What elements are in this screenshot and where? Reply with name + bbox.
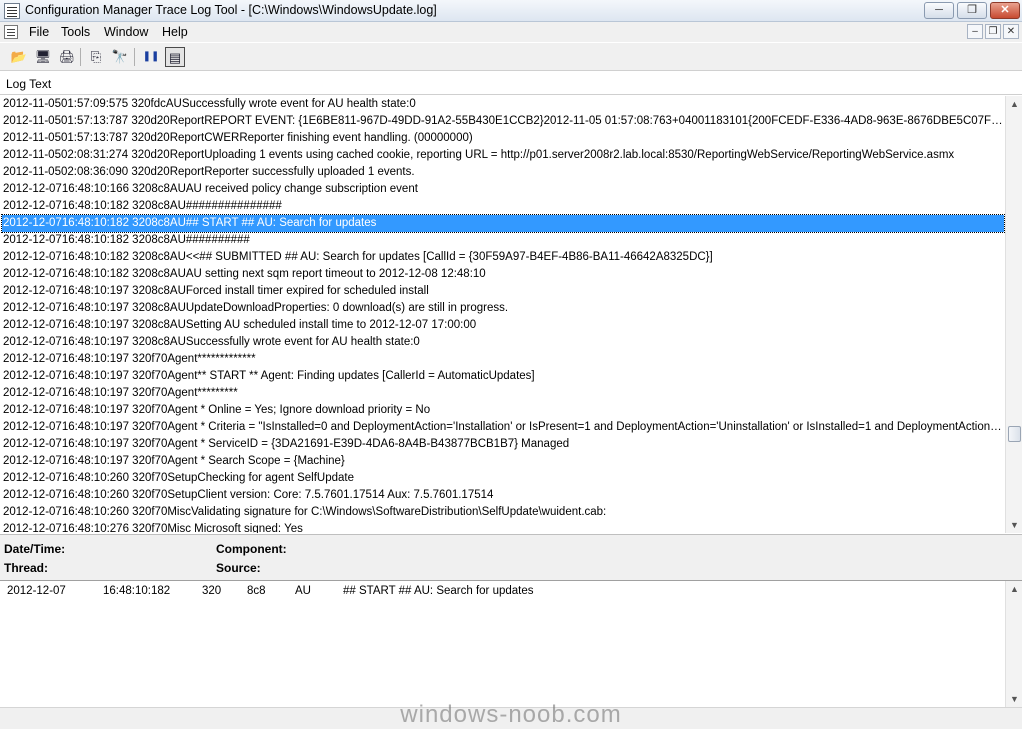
close-button[interactable]: ✕: [990, 2, 1020, 19]
toolbar: 📂 🖥 🖨 ⎘ 🔭 ❚❚ ▤: [0, 43, 1022, 71]
scroll-thumb[interactable]: [1008, 426, 1021, 442]
menu-bar: File Tools Window Help: [0, 22, 1022, 42]
find-icon[interactable]: 🔭: [110, 47, 130, 67]
menu-window[interactable]: Window: [104, 25, 148, 39]
log-row[interactable]: 2012-12-0716:48:10:197 320f70Agent******…: [2, 385, 1004, 402]
mdi-close-button[interactable]: ✕: [1003, 24, 1019, 39]
details-pane-toggle-icon[interactable]: ▤: [165, 47, 185, 67]
mdi-restore-button[interactable]: ❐: [985, 24, 1001, 39]
copy-icon[interactable]: ⎘: [86, 47, 106, 67]
log-row[interactable]: 2012-12-0716:48:10:197 320f70Agent******…: [2, 351, 1004, 368]
message-text: ## START ## AU: Search for updates: [343, 585, 534, 597]
source-label: Source:: [216, 561, 261, 575]
log-row[interactable]: 2012-12-0716:48:10:182 3208c8AUAU settin…: [2, 266, 1004, 283]
menu-file[interactable]: File: [29, 25, 49, 39]
menu-help[interactable]: Help: [162, 25, 188, 39]
log-row[interactable]: 2012-12-0716:48:10:182 3208c8AU#########…: [2, 198, 1004, 215]
log-row[interactable]: 2012-12-0716:48:10:197 320f70Agent * Cri…: [2, 419, 1004, 436]
message-time: 16:48:10:182: [103, 585, 171, 597]
scroll-down-icon[interactable]: ▼: [1006, 517, 1022, 533]
message-component: AU: [295, 585, 311, 597]
log-row[interactable]: 2012-12-0716:48:10:197 3208c8AUUpdateDow…: [2, 300, 1004, 317]
log-row[interactable]: 2012-12-0716:48:10:197 320f70Agent * Onl…: [2, 402, 1004, 419]
print-icon[interactable]: 🖨: [57, 47, 77, 67]
details-panel: Date/Time: Component: Thread: Source:: [0, 534, 1022, 580]
print-preview-icon[interactable]: 🖥: [33, 47, 53, 67]
component-label: Component:: [216, 542, 287, 556]
log-row[interactable]: 2012-12-0716:48:10:197 320f70Agent** STA…: [2, 368, 1004, 385]
datetime-label: Date/Time:: [4, 542, 66, 556]
minimize-button[interactable]: ─: [924, 2, 954, 19]
log-row[interactable]: 2012-12-0716:48:10:260 320f70SetupClient…: [2, 487, 1004, 504]
pause-icon[interactable]: ❚❚: [141, 47, 161, 67]
log-row[interactable]: 2012-12-0716:48:10:182 3208c8AU#########…: [2, 232, 1004, 249]
watermark: windows-noob.com: [400, 701, 622, 728]
log-text-header: Log Text: [6, 77, 52, 91]
message-panel[interactable]: 2012-12-07 16:48:10:182 320 8c8 AU ## ST…: [0, 580, 1022, 707]
message-pid: 320: [202, 585, 222, 597]
message-date: 2012-12-07: [7, 585, 66, 597]
log-row[interactable]: 2012-12-0716:48:10:260 320f70SetupChecki…: [2, 470, 1004, 487]
log-row[interactable]: 2012-12-0716:48:10:276 320f70Misc Micros…: [2, 521, 1004, 533]
title-bar: Configuration Manager Trace Log Tool - […: [0, 0, 1022, 22]
log-row[interactable]: 2012-11-0502:08:31:274 320d20ReportUploa…: [2, 147, 1004, 164]
toolbar-separator: [80, 48, 81, 66]
log-row[interactable]: 2012-11-0501:57:09:575 320fdcAUSuccessfu…: [2, 96, 1004, 113]
log-row[interactable]: 2012-11-0501:57:13:787 320d20ReportCWERR…: [2, 130, 1004, 147]
log-row[interactable]: 2012-12-0716:48:10:197 3208c8AUForced in…: [2, 283, 1004, 300]
log-row[interactable]: 2012-11-0502:08:36:090 320d20ReportRepor…: [2, 164, 1004, 181]
toolbar-separator: [134, 48, 135, 66]
log-row[interactable]: 2012-12-0716:48:10:197 320f70Agent * Ser…: [2, 436, 1004, 453]
message-scrollbar[interactable]: ▲ ▼: [1005, 581, 1022, 707]
window-title: Configuration Manager Trace Log Tool - […: [25, 3, 437, 17]
mdi-minimize-button[interactable]: –: [967, 24, 983, 39]
document-icon: [4, 25, 18, 39]
log-row[interactable]: 2012-12-0716:48:10:182 3208c8AU<<## SUBM…: [2, 249, 1004, 266]
thread-label: Thread:: [4, 561, 49, 575]
log-row-selected[interactable]: 2012-12-0716:48:10:182 3208c8AU## START …: [1, 214, 1005, 233]
log-row[interactable]: 2012-12-0716:48:10:197 3208c8AUSetting A…: [2, 317, 1004, 334]
log-row[interactable]: 2012-12-0716:48:10:197 3208c8AUSuccessfu…: [2, 334, 1004, 351]
app-icon: [4, 3, 20, 19]
log-row[interactable]: 2012-11-0501:57:13:787 320d20ReportREPOR…: [2, 113, 1004, 130]
menu-tools[interactable]: Tools: [61, 25, 90, 39]
scroll-up-icon[interactable]: ▲: [1006, 96, 1022, 112]
log-row[interactable]: 2012-12-0716:48:10:260 320f70MiscValidat…: [2, 504, 1004, 521]
log-row[interactable]: 2012-12-0716:48:10:197 320f70Agent * Sea…: [2, 453, 1004, 470]
log-column-header[interactable]: Log Text: [0, 73, 1022, 95]
log-scrollbar[interactable]: ▲ ▼: [1005, 96, 1022, 533]
message-tid: 8c8: [247, 585, 266, 597]
log-list[interactable]: 2012-11-0501:57:09:575 320fdcAUSuccessfu…: [0, 96, 1005, 533]
open-folder-icon[interactable]: 📂: [9, 47, 29, 67]
scroll-up-icon[interactable]: ▲: [1006, 581, 1022, 597]
maximize-button[interactable]: ❐: [957, 2, 987, 19]
log-row[interactable]: 2012-12-0716:48:10:166 3208c8AUAU receiv…: [2, 181, 1004, 198]
